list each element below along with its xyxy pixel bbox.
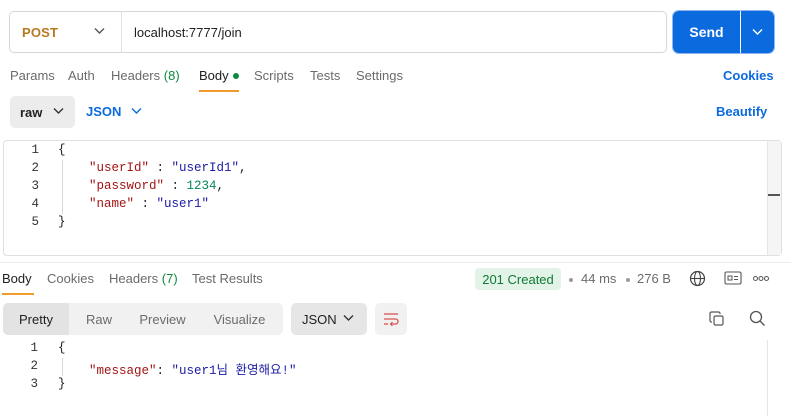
json-sep: : xyxy=(134,197,157,211)
request-url-bar: POST localhost:7777/join xyxy=(9,11,667,53)
response-size[interactable]: 276 B xyxy=(637,271,671,286)
tab-headers[interactable]: Headers (8) xyxy=(111,68,180,83)
line-number: 2 xyxy=(30,359,38,373)
response-tab-body[interactable]: Body xyxy=(2,271,32,286)
view-raw-button[interactable]: Raw xyxy=(69,303,129,335)
globe-icon[interactable] xyxy=(689,270,706,287)
code-brace-open: { xyxy=(58,341,66,355)
chevron-down-icon xyxy=(752,29,763,35)
json-key: "name" xyxy=(89,197,135,211)
active-tab-indicator xyxy=(2,293,34,295)
send-options-button[interactable] xyxy=(741,11,774,53)
send-button-group: Send xyxy=(673,11,774,53)
tab-headers-label: Headers xyxy=(111,68,161,83)
line-number: 4 xyxy=(31,197,39,211)
view-visualize-button[interactable]: Visualize xyxy=(196,303,283,335)
json-string: "user1" xyxy=(156,197,210,211)
tab-tests[interactable]: Tests xyxy=(310,68,340,83)
tab-body-label: Body xyxy=(199,68,229,83)
copy-icon[interactable] xyxy=(709,311,725,327)
tab-settings[interactable]: Settings xyxy=(356,68,403,83)
more-icon[interactable] xyxy=(753,276,769,281)
editor-scrollbar[interactable] xyxy=(767,141,781,255)
json-sep: : xyxy=(156,364,172,378)
json-sep: : xyxy=(149,161,172,175)
response-format-label: JSON xyxy=(302,311,337,327)
pane-divider[interactable] xyxy=(0,262,791,263)
wrap-lines-icon xyxy=(384,313,399,326)
code-brace-close: } xyxy=(58,377,66,391)
json-string: "user1님 환영해요!" xyxy=(171,364,297,378)
tab-auth[interactable]: Auth xyxy=(68,68,95,83)
url-input[interactable]: localhost:7777/join xyxy=(134,25,242,40)
code-line-message: "message": "user1님 환영해요!" xyxy=(89,359,297,378)
response-tab-headers-count: (7) xyxy=(161,271,178,286)
response-format-select[interactable]: JSON xyxy=(291,303,367,335)
scrollbar-thumb[interactable] xyxy=(768,194,780,196)
chevron-down-icon xyxy=(343,315,354,321)
response-time[interactable]: 44 ms xyxy=(581,271,616,286)
indent-guide xyxy=(62,160,63,214)
json-string: "userId1" xyxy=(171,161,240,175)
status-badge[interactable]: 201 Created xyxy=(475,268,561,290)
save-response-icon[interactable] xyxy=(724,271,742,285)
search-icon[interactable] xyxy=(749,310,766,327)
body-modified-dot xyxy=(232,72,239,79)
status-text: 201 Created xyxy=(482,271,554,287)
tab-body[interactable]: Body xyxy=(199,68,239,83)
view-pretty-button[interactable]: Pretty xyxy=(3,303,69,335)
body-mode-label: raw xyxy=(20,104,43,120)
wrap-lines-button[interactable] xyxy=(375,303,407,335)
line-number: 3 xyxy=(30,377,38,391)
method-select[interactable]: POST xyxy=(10,12,122,52)
send-button[interactable]: Send xyxy=(673,11,741,53)
view-preview-button[interactable]: Preview xyxy=(129,303,196,335)
response-tab-cookies[interactable]: Cookies xyxy=(47,271,94,286)
response-tab-test-results[interactable]: Test Results xyxy=(192,271,263,286)
code-line-name: "name" : "user1" xyxy=(89,197,209,211)
code-line-userid: "userId" : "userId1", xyxy=(89,161,247,175)
separator-dot xyxy=(569,278,573,282)
tab-scripts[interactable]: Scripts xyxy=(254,68,294,83)
line-number: 1 xyxy=(30,341,38,355)
response-tab-headers-label: Headers xyxy=(109,271,159,286)
response-body-editor[interactable] xyxy=(0,340,791,416)
chevron-down-icon xyxy=(53,108,64,114)
response-tab-headers[interactable]: Headers (7) xyxy=(109,271,178,286)
json-comma: , xyxy=(239,161,247,175)
method-label: POST xyxy=(22,24,59,40)
cookies-link[interactable]: Cookies xyxy=(723,68,774,83)
json-comma: , xyxy=(216,179,225,193)
response-view-switcher: Pretty Raw Preview Visualize xyxy=(3,303,283,335)
tab-headers-count: (8) xyxy=(163,68,180,83)
chevron-down-icon xyxy=(131,108,142,114)
indent-guide xyxy=(62,358,63,376)
body-format-label: JSON xyxy=(86,104,122,119)
editor-scrollbar[interactable] xyxy=(767,340,768,416)
chevron-down-icon xyxy=(94,28,105,34)
line-number: 3 xyxy=(31,179,39,193)
json-key: "password" xyxy=(89,179,165,193)
json-key: "message" xyxy=(89,364,157,378)
code-brace-close: } xyxy=(58,215,66,229)
json-sep: : xyxy=(164,179,187,193)
json-number: 1234 xyxy=(186,179,217,193)
separator-dot xyxy=(626,278,630,282)
code-brace-open: { xyxy=(58,143,66,157)
active-tab-indicator xyxy=(199,90,239,92)
line-number: 5 xyxy=(31,215,39,229)
beautify-button[interactable]: Beautify xyxy=(716,104,767,119)
json-key: "userId" xyxy=(89,161,150,175)
body-format-select[interactable]: JSON xyxy=(86,104,142,119)
body-mode-select[interactable]: raw xyxy=(10,96,75,128)
tab-params[interactable]: Params xyxy=(10,68,55,83)
line-number: 1 xyxy=(31,143,39,157)
code-line-password: "password" : 1234, xyxy=(89,179,224,193)
line-number: 2 xyxy=(31,161,39,175)
